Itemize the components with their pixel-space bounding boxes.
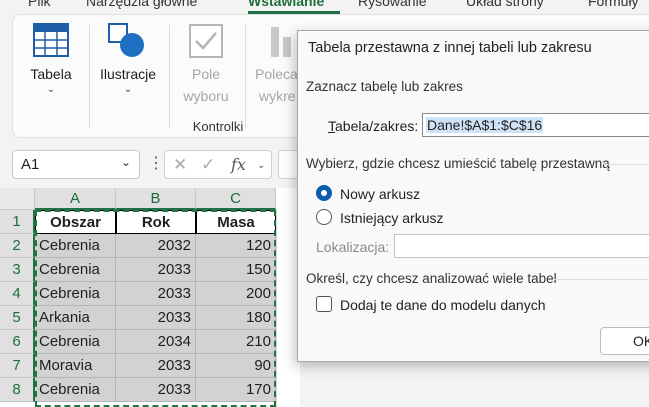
range-input-value: Dane!$A$1:$C$16 [426, 117, 544, 133]
location-label: Lokalizacja: [316, 239, 390, 255]
section-location: Wybierz, gdzie chcesz umieścić tabelę pr… [306, 156, 610, 171]
section-multiple-tables: Określ, czy chcesz analizować wiele tabe… [306, 271, 557, 286]
checkbox-control-label-1: Pole [191, 66, 221, 82]
table-cell[interactable]: 180 [196, 306, 276, 330]
table-cell[interactable]: 170 [196, 378, 276, 402]
checkbox-control-label-2: wyboru [183, 88, 229, 104]
row-header[interactable]: 2 [0, 234, 35, 258]
illustrations-button[interactable]: Ilustracje ⌄ [93, 23, 163, 95]
table-cell[interactable]: Cebrenia [35, 378, 116, 402]
select-all-corner[interactable] [0, 188, 35, 210]
table-button-label: Tabela [30, 66, 72, 82]
radio-existing-worksheet[interactable] [316, 209, 332, 225]
tab-insert[interactable]: Wstawianie [248, 0, 324, 9]
name-box-value: A1 [21, 156, 40, 173]
row-header[interactable]: 8 [0, 378, 35, 402]
tab-page-layout[interactable]: Układ strony [466, 0, 544, 9]
row-header[interactable]: 6 [0, 330, 35, 354]
column-header-a[interactable]: A [35, 188, 116, 210]
worksheet-grid: A B C 1 2 3 4 5 6 7 8 Obszar Rok Masa Ce… [0, 188, 300, 407]
illustrations-icon [108, 23, 144, 57]
header-cell-obszar[interactable]: Obszar [35, 210, 116, 234]
header-cell-rok[interactable]: Rok [116, 210, 196, 234]
ribbon-separator [245, 25, 246, 129]
table-cell[interactable]: 2033 [116, 378, 196, 402]
insert-function-icon[interactable]: fx [231, 155, 246, 174]
ribbon-tab-strip: Plik Narzędzia główne Wstawianie Rysowan… [0, 0, 649, 14]
name-box[interactable]: A1 ⌄ [12, 150, 140, 179]
table-cell[interactable]: 2033 [116, 306, 196, 330]
radio-new-worksheet-label[interactable]: Nowy arkusz [340, 186, 420, 202]
table-cell[interactable]: 200 [196, 282, 276, 306]
table-button[interactable]: Tabela ⌄ [19, 23, 83, 95]
tab-home[interactable]: Narzędzia główne [86, 0, 197, 9]
row-header[interactable]: 7 [0, 354, 35, 378]
radio-existing-worksheet-label[interactable]: Istniejący arkusz [340, 210, 443, 226]
chevron-down-icon: ⌄ [46, 84, 56, 95]
ribbon-separator [89, 25, 90, 129]
illustrations-button-label: Ilustracje [99, 66, 157, 82]
chevron-down-icon: ⌄ [123, 84, 133, 95]
cancel-icon[interactable]: ✕ [173, 155, 187, 175]
column-header-b[interactable]: B [116, 188, 196, 210]
section-divider [306, 94, 649, 95]
table-cell[interactable]: Cebrenia [35, 330, 116, 354]
table-cell[interactable]: 120 [196, 234, 276, 258]
table-cell[interactable]: 2033 [116, 258, 196, 282]
tab-formulas[interactable]: Formuły [588, 0, 639, 9]
table-cell[interactable]: Cebrenia [35, 234, 116, 258]
add-to-data-model-checkbox[interactable] [316, 296, 332, 312]
table-cell[interactable]: Cebrenia [35, 282, 116, 306]
row-header[interactable]: 5 [0, 306, 35, 330]
dialog-title: Tabela przestawna z innej tabeli lub zak… [308, 40, 592, 56]
chevron-down-icon[interactable]: ⌄ [257, 160, 265, 171]
section-divider [554, 279, 649, 280]
table-cell[interactable]: Arkania [35, 306, 116, 330]
checkbox-icon [189, 24, 223, 58]
range-label: Tabela/zakres: [328, 118, 419, 134]
group-label-controls: Kontrolki [192, 119, 244, 134]
enter-icon[interactable]: ✓ [201, 155, 215, 175]
formula-controls: ✕ ✓ fx ⌄ [164, 150, 272, 179]
range-label-text: abela/zakres: [335, 118, 419, 134]
location-input[interactable] [394, 234, 649, 258]
table-cell[interactable]: 210 [196, 330, 276, 354]
table-cell[interactable]: 2033 [116, 354, 196, 378]
checkbox-control-button[interactable]: Pole wyboru [173, 23, 239, 107]
chevron-down-icon[interactable]: ⌄ [121, 155, 131, 169]
pivot-table-dialog: Tabela przestawna z innej tabeli lub zak… [297, 30, 649, 362]
row-header[interactable]: 1 [0, 210, 35, 234]
table-cell[interactable]: 2034 [116, 330, 196, 354]
table-cell[interactable]: 2032 [116, 234, 196, 258]
table-cell[interactable]: Moravia [35, 354, 116, 378]
range-input[interactable]: Dane!$A$1:$C$16 [422, 113, 649, 137]
row-header[interactable]: 4 [0, 282, 35, 306]
table-cell[interactable]: 150 [196, 258, 276, 282]
add-to-data-model-label[interactable]: Dodaj te dane do modelu danych [340, 297, 545, 313]
radio-new-worksheet[interactable] [316, 185, 332, 201]
table-cell[interactable]: 2033 [116, 282, 196, 306]
section-divider [604, 164, 649, 165]
row-header[interactable]: 3 [0, 258, 35, 282]
column-header-c[interactable]: C [196, 188, 276, 210]
section-select-range: Zaznacz tabelę lub zakres [306, 79, 463, 94]
table-cell[interactable]: 90 [196, 354, 276, 378]
excel-window: Plik Narzędzia główne Wstawianie Rysowan… [0, 0, 649, 407]
table-icon [33, 23, 69, 57]
tab-draw[interactable]: Rysowanie [358, 0, 426, 9]
ok-button[interactable]: OK [600, 327, 649, 355]
header-cell-masa[interactable]: Masa [196, 210, 276, 234]
tab-file[interactable]: Plik [28, 0, 51, 9]
table-cell[interactable]: Cebrenia [35, 258, 116, 282]
ribbon-separator [169, 25, 170, 129]
more-options-icon[interactable]: ⋮ [148, 153, 164, 173]
